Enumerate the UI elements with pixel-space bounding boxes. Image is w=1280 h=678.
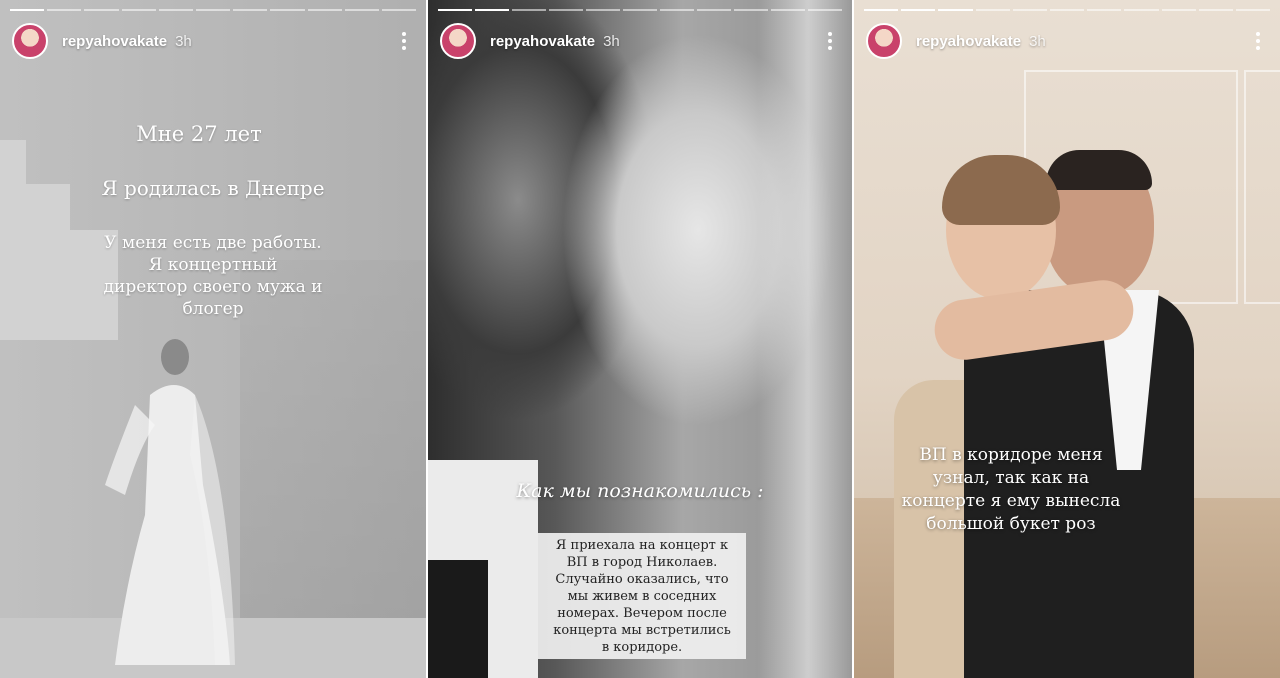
more-vertical-icon[interactable] (1248, 27, 1268, 55)
story-panel-3[interactable]: repyahovakate 3h ВП в коридоре меня узна… (854, 0, 1280, 678)
profile-avatar[interactable] (12, 23, 48, 59)
username[interactable]: repyahovakate (490, 33, 595, 50)
post-time: 3h (1029, 32, 1046, 50)
story-header: repyahovakate 3h (440, 20, 840, 62)
story-progress-bar (864, 9, 1271, 11)
caption-heading: Как мы познакомились : (516, 480, 764, 502)
profile-avatar[interactable] (866, 23, 902, 59)
story-header: repyahovakate 3h (12, 20, 414, 62)
story-progress-bar (10, 9, 417, 11)
story-panel-2[interactable]: repyahovakate 3h Как мы познакомились : … (428, 0, 852, 678)
more-vertical-icon[interactable] (820, 27, 840, 55)
story-panel-1[interactable]: repyahovakate 3h Мне 27 лет Я родилась в… (0, 0, 426, 678)
caption-work: У меня есть две работы. Я концертный дир… (103, 233, 323, 319)
hair-highlight (758, 0, 852, 678)
more-vertical-icon[interactable] (394, 27, 414, 55)
bride-photo (105, 339, 235, 665)
wall-panel (1244, 70, 1280, 304)
caption-text: ВП в коридоре меня узнал, так как на кон… (901, 445, 1121, 534)
man-hair (1046, 150, 1152, 190)
post-time: 3h (603, 32, 620, 50)
caption-box: Я приехала на концерт к ВП в город Никол… (538, 533, 746, 659)
post-time: 3h (175, 32, 192, 50)
story-progress-bar (438, 9, 842, 11)
story-header: repyahovakate 3h (866, 20, 1268, 62)
profile-avatar[interactable] (440, 23, 476, 59)
caption-age: Мне 27 лет (136, 122, 262, 146)
caption-birthplace: Я родилась в Днепре (101, 176, 325, 200)
jacket-area (428, 560, 488, 678)
username[interactable]: repyahovakate (62, 33, 167, 50)
username[interactable]: repyahovakate (916, 33, 1021, 50)
